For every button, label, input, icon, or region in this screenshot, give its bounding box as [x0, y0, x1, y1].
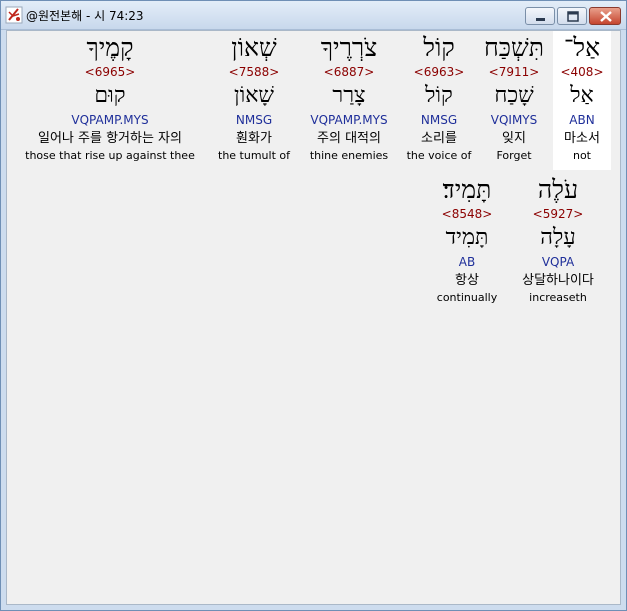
korean-gloss: 소리를 [421, 131, 457, 146]
word-cell[interactable]: עֹלֶה <5927> עָלָה VQPA 상달하나이다 increaset… [507, 173, 609, 312]
strong-number-link[interactable]: <7588> [213, 65, 295, 79]
hebrew-lemma: צָרַר [332, 83, 366, 108]
english-gloss: thine enemies [309, 149, 389, 162]
hebrew-word: צֹרְרֶיךָ [320, 33, 378, 62]
hebrew-word: תָּמִיד׃ [442, 175, 492, 204]
strong-number-link[interactable]: <7911> [481, 65, 547, 79]
korean-gloss: 훤화가 [236, 131, 272, 146]
hebrew-word: שְׁאוֹן [231, 33, 277, 62]
strong-number-link[interactable]: <8548> [429, 207, 505, 221]
morphology-code[interactable]: VQPAMP.MYS [13, 113, 207, 128]
korean-gloss: 잊지 [502, 131, 526, 146]
korean-gloss: 일어나 주를 항거하는 자의 [38, 131, 182, 146]
maximize-button[interactable] [557, 7, 587, 25]
strong-number-link[interactable]: <6963> [403, 65, 475, 79]
close-icon [600, 11, 612, 22]
minimize-icon [536, 18, 545, 21]
window-title: @원전본해 - 시 74:23 [26, 9, 144, 23]
app-window: @원전본해 - 시 74:23 אַל־ <408> אַל ABN 마소서 n… [0, 0, 627, 611]
hebrew-word: קָמֶיךָ [86, 33, 134, 62]
word-cell[interactable]: צֹרְרֶיךָ <6887> צָרַר VQPAMP.MYS 주의 대적의… [301, 31, 397, 170]
strong-number-link[interactable]: <6965> [13, 65, 207, 79]
morphology-code[interactable]: VQPA [507, 255, 609, 270]
hebrew-lemma: אַל [570, 83, 594, 108]
word-cell[interactable]: קוֹל <6963> קוֹל NMSG 소리를 the voice of [403, 31, 475, 170]
morphology-code[interactable]: NMSG [213, 113, 295, 128]
word-cell[interactable]: תִּשְׁכַּח <7911> שָׁכַח VQIMYS 잊지 Forge… [481, 31, 547, 170]
hebrew-lemma: קוּם [94, 83, 126, 108]
english-gloss: continually [436, 291, 498, 304]
word-cell[interactable]: שְׁאוֹן <7588> שָׁאוֹן NMSG 훤화가 the tumu… [213, 31, 295, 170]
word-cell[interactable]: תָּמִיד׃ <8548> תָּמִיד AB 항상 continuall… [429, 173, 505, 312]
minimize-button[interactable] [525, 7, 555, 25]
hebrew-lemma: שָׁאוֹן [233, 83, 274, 108]
korean-gloss: 항상 [455, 273, 479, 288]
english-gloss: the voice of [406, 149, 472, 162]
close-button[interactable] [589, 7, 621, 25]
word-cell[interactable]: אַל־ <408> אַל ABN 마소서 not [553, 31, 611, 170]
english-gloss: not [572, 149, 591, 162]
strong-number-link[interactable]: <408> [553, 65, 611, 79]
title-bar[interactable]: @원전본해 - 시 74:23 [1, 1, 626, 30]
morphology-code[interactable]: ABN [553, 113, 611, 128]
english-gloss: Forget [496, 149, 532, 162]
app-icon [5, 6, 23, 24]
morphology-code[interactable]: VQPAMP.MYS [301, 113, 397, 128]
korean-gloss: 상달하나이다 [522, 273, 594, 288]
korean-gloss: 주의 대적의 [317, 131, 381, 146]
morphology-code[interactable]: VQIMYS [481, 113, 547, 128]
maximize-icon [567, 11, 579, 22]
word-cell[interactable]: קָמֶיךָ <6965> קוּם VQPAMP.MYS 일어나 주를 항거… [13, 31, 207, 170]
hebrew-word: אַל־ [563, 33, 601, 62]
hebrew-lemma: עָלָה [540, 225, 576, 250]
english-gloss: increaseth [529, 291, 587, 304]
hebrew-lemma: תָּמִיד [445, 225, 489, 250]
korean-gloss: 마소서 [564, 131, 600, 146]
word-analysis-pane: אַל־ <408> אַל ABN 마소서 not תִּשְׁכַּח <7… [6, 30, 621, 605]
english-gloss: the tumult of [218, 149, 290, 162]
english-gloss: those that rise up against thee [25, 149, 195, 162]
strong-number-link[interactable]: <5927> [507, 207, 609, 221]
morphology-code[interactable]: AB [429, 255, 505, 270]
hebrew-word: תִּשְׁכַּח [484, 33, 544, 62]
hebrew-word: קוֹל [423, 33, 455, 62]
hebrew-word: עֹלֶה [537, 175, 579, 204]
strong-number-link[interactable]: <6887> [301, 65, 397, 79]
hebrew-lemma: קוֹל [425, 83, 453, 108]
morphology-code[interactable]: NMSG [403, 113, 475, 128]
hebrew-lemma: שָׁכַח [494, 83, 534, 108]
